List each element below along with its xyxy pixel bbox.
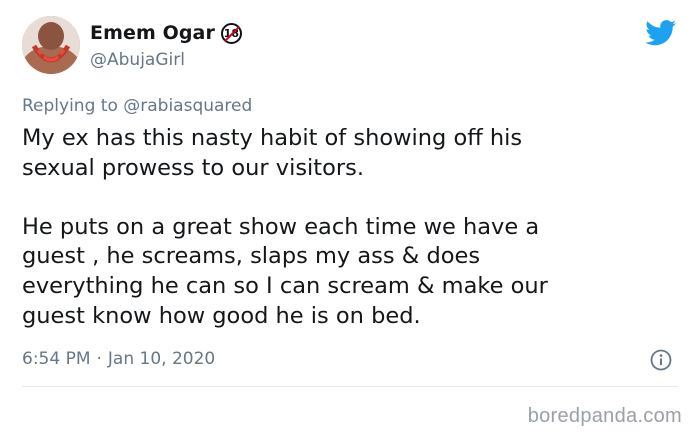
avatar-image	[22, 16, 80, 74]
twitter-bird-icon[interactable]	[645, 20, 677, 46]
reply-prefix: Replying to	[22, 96, 118, 116]
avatar[interactable]	[22, 16, 80, 74]
info-icon[interactable]	[650, 349, 672, 371]
tweet-time: 6:54 PM	[22, 349, 91, 369]
display-name[interactable]: Emem Ogar	[90, 22, 215, 44]
reply-mention-link[interactable]: @rabiasquared	[123, 96, 252, 116]
tweet-text: My ex has this nasty habit of showing of…	[22, 125, 548, 329]
badge-label: 18	[223, 26, 240, 40]
age-restricted-badge-icon: 18	[220, 22, 242, 44]
watermark-text: boredpanda.com	[527, 405, 682, 427]
author-name-row: Emem Ogar 18	[90, 22, 242, 44]
user-handle[interactable]: @AbujaGirl	[90, 50, 185, 70]
tweet-timestamp[interactable]: 6:54 PM · Jan 10, 2020	[22, 349, 215, 369]
tweet-date: Jan 10, 2020	[107, 349, 216, 369]
reply-context: Replying to @rabiasquared	[22, 96, 252, 116]
tweet-card: Emem Ogar 18 @AbujaGirl Replying to @rab…	[0, 0, 700, 400]
divider	[22, 386, 678, 387]
timestamp-separator: ·	[96, 349, 102, 369]
